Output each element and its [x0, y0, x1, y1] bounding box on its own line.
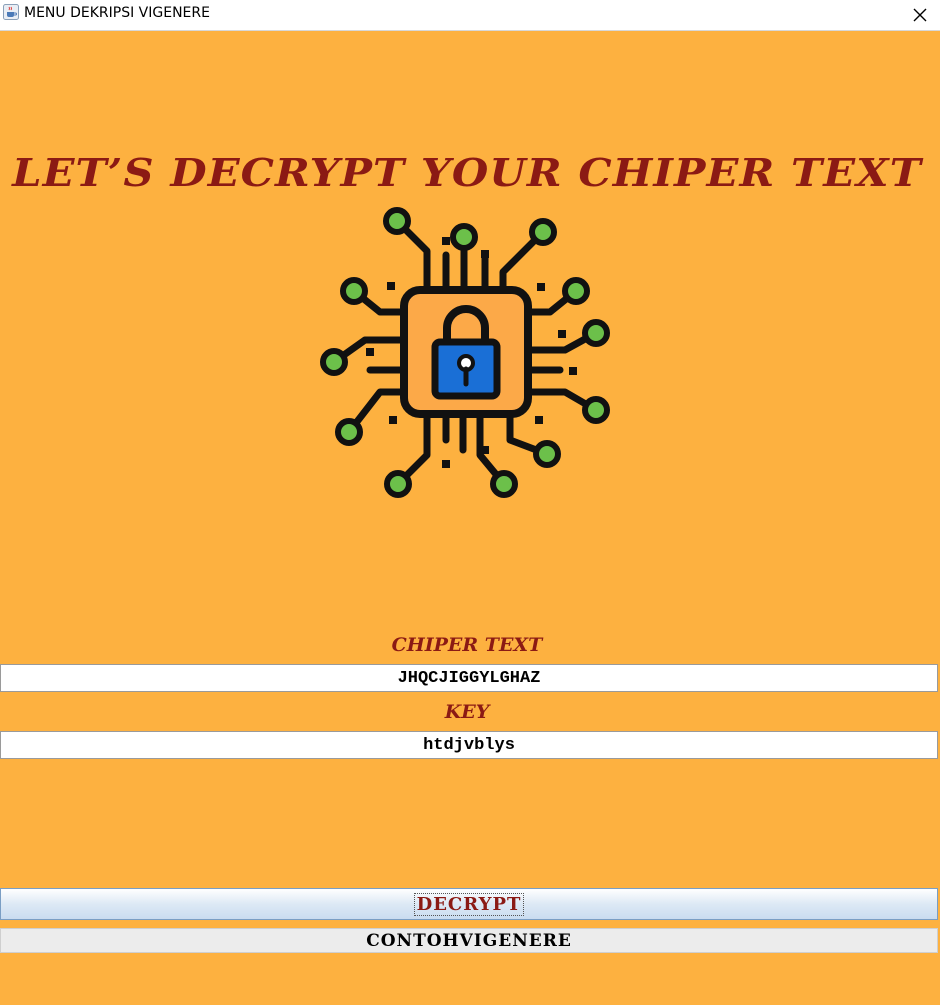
key-label: KEY — [444, 701, 490, 723]
close-icon — [913, 8, 927, 22]
contoh-vigenere-button[interactable]: CONTOHVIGENERE — [0, 928, 938, 953]
key-input[interactable] — [0, 731, 938, 759]
window-title: MENU DEKRIPSI VIGENERE — [24, 5, 210, 21]
page-heading: LET’S DECRYPT YOUR CHIPER TEXT — [12, 150, 922, 195]
cipher-text-input[interactable] — [0, 664, 938, 692]
cipher-text-label: CHIPER TEXT — [391, 634, 543, 656]
circuit-lock-icon — [320, 207, 610, 498]
window-titlebar: MENU DEKRIPSI VIGENERE — [0, 0, 940, 31]
java-coffee-icon — [3, 4, 19, 20]
decrypt-button[interactable]: DECRYPT — [0, 888, 938, 920]
decrypt-button-label: DECRYPT — [413, 892, 525, 916]
close-button[interactable] — [900, 0, 940, 30]
